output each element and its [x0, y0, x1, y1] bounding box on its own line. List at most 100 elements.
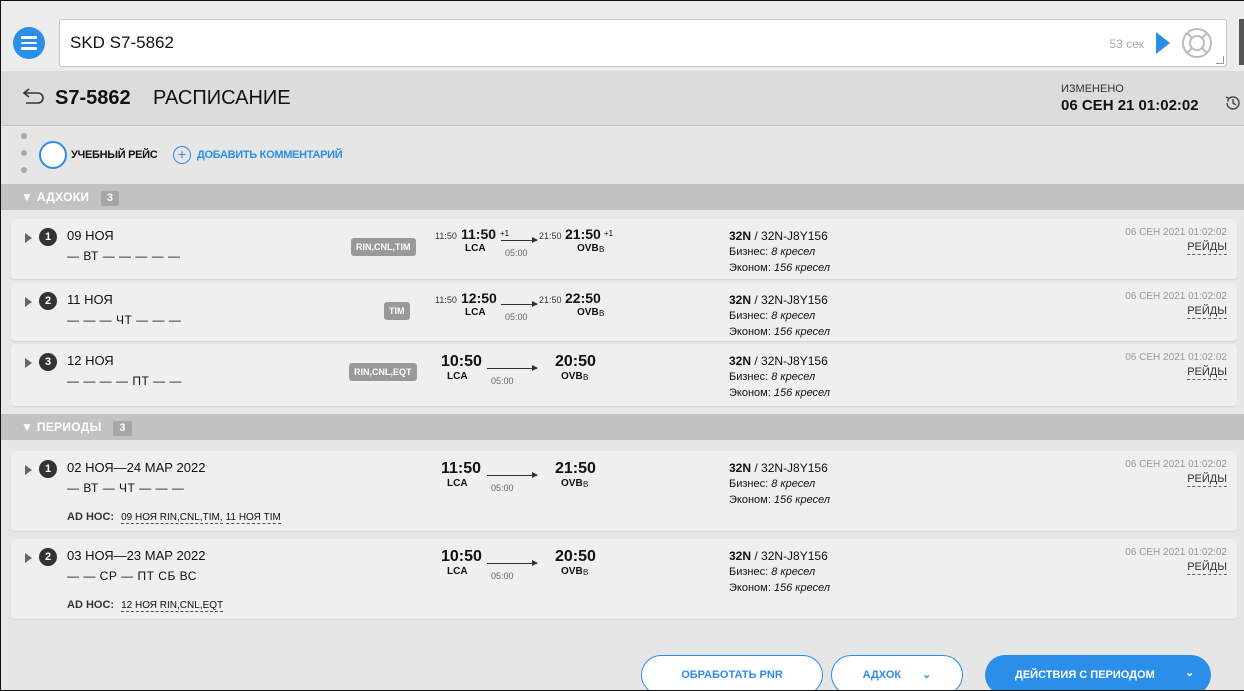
departure-time: 11:50 [461, 226, 497, 242]
economy-label: Эконом: [729, 262, 771, 274]
business-label: Бизнес: [729, 310, 769, 322]
equipment-info: 32N / 32N-J8Y156 Бизнес: 8 кресел Эконом… [729, 354, 831, 399]
row-number: 2 [39, 548, 57, 566]
adhoc-row[interactable]: 3 12 НОЯ — — — — ПТ — — RIN,CNL,EQT 10:5… [11, 344, 1237, 406]
original-arrival: 21:50 [539, 231, 562, 241]
app-window: SKD S7-5862 53 сек S7-5862 РАСПИСАНИЕ ИЗ… [0, 0, 1244, 691]
destination-terminal: B [599, 309, 605, 318]
command-text[interactable]: SKD S7-5862 [70, 33, 174, 53]
business-seats: 8 кресел [771, 246, 816, 258]
command-input[interactable]: SKD S7-5862 53 сек [59, 19, 1227, 67]
process-pnr-button[interactable]: ОБРАБОТАТЬ PNR [641, 655, 823, 690]
page-title: РАСПИСАНИЕ [153, 87, 291, 109]
training-flight-radio[interactable] [39, 141, 67, 169]
change-codes-badge: TIM [384, 302, 410, 320]
arrival-time: 20:50 [555, 548, 596, 565]
expand-icon[interactable] [25, 553, 32, 563]
collapse-triangle-icon: ▼ [21, 190, 34, 204]
economy-seats: 156 кресел [773, 494, 831, 506]
destination-terminal: B [583, 373, 589, 382]
row-date: 02 НОЯ—24 МАР 2022 [67, 460, 206, 475]
changed-value: 06 СЕН 21 01:02:02 [1061, 97, 1199, 114]
business-seats: 8 кресел [771, 371, 816, 383]
time-block: 10:50 LCA 05:00 20:50 OVB B [431, 543, 651, 583]
adhoc-links: AD HOC: 12 НОЯ RIN,CNL,EQT [67, 599, 224, 612]
aircraft-type: 32N [729, 461, 752, 475]
adhoc-links: AD HOC: 09 НОЯ RIN,CNL,TIM, 11 НОЯ TIM [67, 511, 281, 524]
adhoc-section-header[interactable]: ▼ АДХОКИ 3 [1, 184, 1244, 210]
row-date: 12 НОЯ [67, 353, 114, 368]
flight-code: S7-5862 [55, 87, 131, 109]
chevron-down-icon: ⌄ [1185, 667, 1195, 679]
destination-terminal: B [583, 480, 589, 489]
origin-airport: LCA [447, 478, 468, 489]
adhoc-button[interactable]: АДХОК ⌄ [831, 655, 963, 690]
period-actions-label: ДЕЙСТВИЯ С ПЕРИОДОМ [1015, 669, 1155, 681]
destination-airport: OVB [561, 478, 583, 489]
periods-section-header[interactable]: ▼ ПЕРИОДЫ 3 [1, 414, 1244, 440]
chevron-down-icon: ⌄ [922, 669, 932, 681]
collapse-triangle-icon: ▼ [21, 420, 34, 434]
aircraft-type: 32N [729, 229, 752, 243]
route-arrow-icon [487, 365, 538, 371]
origin-airport: LCA [447, 371, 468, 382]
equipment-info: 32N / 32N-J8Y156 Бизнес: 8 кресел Эконом… [729, 229, 831, 274]
raids-link[interactable]: РЕЙДЫ [1187, 473, 1227, 487]
menu-icon[interactable] [13, 27, 45, 59]
adhoc-link[interactable]: 11 НОЯ TIM [225, 512, 281, 524]
period-row[interactable]: 1 02 НОЯ—24 МАР 2022 — ВТ — ЧТ — — — 11:… [11, 451, 1237, 531]
row-weekdays: — ВТ — ЧТ — — — [67, 481, 185, 495]
add-comment-icon[interactable]: + [173, 146, 191, 164]
row-weekdays: — ВТ — — — — — [67, 249, 181, 263]
adhoc-link[interactable]: 09 НОЯ RIN,CNL,TIM, [121, 512, 223, 524]
lifebuoy-icon[interactable] [1180, 26, 1214, 60]
arrival-time: 21:50 [565, 226, 601, 242]
row-number: 1 [39, 228, 57, 246]
aircraft-config: 32N-J8Y156 [761, 549, 828, 563]
destination-terminal: B [599, 245, 605, 254]
business-label: Бизнес: [729, 246, 769, 258]
departure-time: 12:50 [461, 290, 497, 306]
raids-link[interactable]: РЕЙДЫ [1187, 366, 1227, 380]
economy-label: Эконом: [729, 326, 771, 338]
resize-grip-icon[interactable] [1216, 56, 1224, 64]
add-comment-link[interactable]: ДОБАВИТЬ КОММЕНТАРИЙ [197, 149, 343, 161]
business-seats: 8 кресел [771, 310, 816, 322]
business-seats: 8 кресел [771, 566, 816, 578]
raids-link[interactable]: РЕЙДЫ [1187, 561, 1227, 575]
destination-terminal: B [583, 568, 589, 577]
adhoc-row[interactable]: 1 09 НОЯ — ВТ — — — — — RIN,CNL,TIM 11:5… [11, 219, 1237, 279]
adhoc-button-label: АДХОК [862, 669, 902, 681]
period-actions-button[interactable]: ДЕЙСТВИЯ С ПЕРИОДОМ ⌄ [985, 655, 1211, 690]
raids-link[interactable]: РЕЙДЫ [1187, 305, 1227, 319]
drag-handle-icon[interactable] [21, 133, 27, 173]
flight-duration: 05:00 [491, 376, 514, 386]
row-timestamp: 06 СЕН 2021 01:02:02 [1125, 291, 1227, 302]
side-panel-handle[interactable] [1239, 19, 1244, 65]
expand-icon[interactable] [25, 297, 32, 307]
arrival-time: 22:50 [565, 290, 601, 306]
period-row[interactable]: 2 03 НОЯ—23 МАР 2022 — — СР — ПТ СБ ВС 1… [11, 539, 1237, 619]
business-seats: 8 кресел [771, 478, 816, 490]
toolbar: УЧЕБНЫЙ РЕЙС + ДОБАВИТЬ КОММЕНТАРИЙ [1, 127, 1244, 183]
business-label: Бизнес: [729, 371, 769, 383]
expand-icon[interactable] [25, 358, 32, 368]
origin-airport: LCA [465, 243, 486, 254]
original-arrival: 21:50 [539, 295, 562, 305]
back-arrow-icon[interactable] [21, 86, 47, 106]
history-icon[interactable] [1223, 93, 1243, 113]
economy-label: Эконом: [729, 387, 771, 399]
expand-icon[interactable] [25, 233, 32, 243]
raids-link[interactable]: РЕЙДЫ [1187, 241, 1227, 255]
expand-icon[interactable] [25, 465, 32, 475]
aircraft-type: 32N [729, 549, 752, 563]
business-label: Бизнес: [729, 478, 769, 490]
departure-time: 10:50 [441, 548, 482, 565]
play-icon[interactable] [1156, 32, 1170, 54]
section-title: АДХОКИ [36, 190, 90, 204]
adhoc-link[interactable]: 12 НОЯ RIN,CNL,EQT [121, 600, 224, 612]
adhoc-row[interactable]: 2 11 НОЯ — — — ЧТ — — — TIM 11:50 12:50 … [11, 283, 1237, 341]
economy-seats: 156 кресел [773, 326, 831, 338]
training-flight-label[interactable]: УЧЕБНЫЙ РЕЙС [71, 149, 158, 161]
economy-label: Эконом: [729, 582, 771, 594]
